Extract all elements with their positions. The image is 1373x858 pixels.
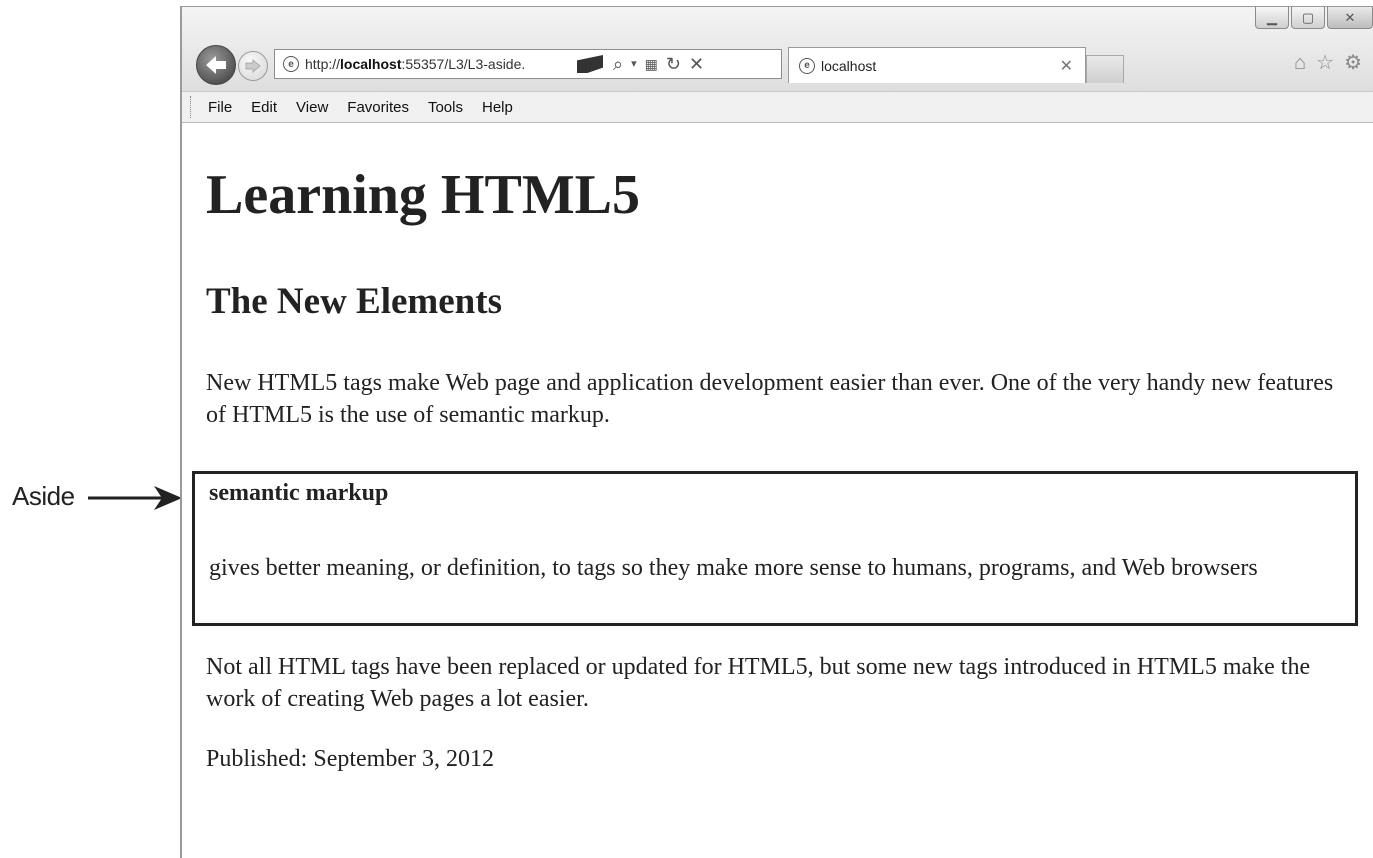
published-date: Published: September 3, 2012 <box>206 746 494 772</box>
home-icon[interactable]: ⌂ <box>1294 53 1306 73</box>
address-path: :55357/L3/L3-aside. <box>401 56 526 72</box>
aside-definition: gives better meaning, or definition, to … <box>209 555 1258 581</box>
close-icon: ✕ <box>1344 10 1356 25</box>
gear-icon[interactable]: ⚙ <box>1344 53 1362 73</box>
menu-tools[interactable]: Tools <box>428 99 463 116</box>
address-tools: ⌕ ▾ ▦ ↻ ✕ <box>613 55 704 73</box>
browser-window: ▁ ▢ ✕ e http://localhost:55357/L3/L3-asi… <box>180 6 1373 858</box>
tab-title: localhost <box>821 57 877 74</box>
address-bar[interactable]: e http://localhost:55357/L3/L3-aside. ⌕ … <box>274 49 782 79</box>
menu-bar: File Edit View Favorites Tools Help <box>182 91 1373 123</box>
page-title: Learning HTML5 <box>206 164 641 226</box>
menu-file[interactable]: File <box>208 99 232 116</box>
maximize-button[interactable]: ▢ <box>1291 7 1325 29</box>
stop-icon[interactable]: ✕ <box>689 55 704 73</box>
address-text[interactable]: http://localhost:55357/L3/L3-aside. <box>305 56 575 72</box>
tab-favicon-icon: e <box>799 57 815 74</box>
aside-box: semantic markup gives better meaning, or… <box>192 471 1358 626</box>
compatibility-view-icon[interactable] <box>577 55 603 73</box>
back-arrow-icon <box>206 56 226 74</box>
refresh-icon[interactable]: ↻ <box>666 55 681 73</box>
star-icon[interactable]: ☆ <box>1316 53 1334 73</box>
page-subtitle: The New Elements <box>206 281 502 322</box>
menu-favorites[interactable]: Favorites <box>347 99 409 116</box>
intro-paragraph: New HTML5 tags make Web page and applica… <box>206 370 1334 428</box>
forward-button[interactable] <box>238 51 268 81</box>
new-tab-button[interactable] <box>1086 55 1124 83</box>
browser-chrome: ▁ ▢ ✕ e http://localhost:55357/L3/L3-asi… <box>182 7 1373 91</box>
window-controls: ▁ ▢ ✕ <box>1255 7 1373 35</box>
compat-page-icon[interactable]: ▦ <box>645 57 658 71</box>
aside-callout-label: Aside <box>12 481 75 511</box>
body-paragraph: Not all HTML tags have been replaced or … <box>206 654 1311 712</box>
menu-grip <box>190 96 194 118</box>
search-icon[interactable]: ⌕ <box>613 55 623 73</box>
tab-localhost[interactable]: e localhost ✕ <box>788 47 1086 83</box>
maximize-icon: ▢ <box>1301 10 1315 25</box>
aside-term: semantic markup <box>209 480 389 506</box>
minimize-icon: ▁ <box>1267 10 1277 25</box>
menu-help[interactable]: Help <box>482 99 513 116</box>
address-protocol: http:// <box>305 56 341 72</box>
page-content: Learning HTML5 The New Elements New HTML… <box>182 123 1373 858</box>
forward-arrow-icon <box>245 59 261 73</box>
screenshot-canvas: Aside ▁ ▢ ✕ e http://localhost:55357/L3/… <box>0 0 1373 858</box>
toolbar-icons: ⌂ ☆ ⚙ <box>1294 53 1362 73</box>
menu-edit[interactable]: Edit <box>251 99 277 116</box>
tab-close-icon[interactable]: ✕ <box>1060 56 1073 76</box>
ie-favicon-icon: e <box>283 56 299 72</box>
menu-view[interactable]: View <box>296 99 328 116</box>
close-window-button[interactable]: ✕ <box>1327 7 1373 29</box>
minimize-button[interactable]: ▁ <box>1255 7 1289 29</box>
navigation-row: e http://localhost:55357/L3/L3-aside. ⌕ … <box>188 43 1368 87</box>
dropdown-icon[interactable]: ▾ <box>631 58 637 70</box>
address-host: localhost <box>340 56 402 72</box>
callout-arrow-icon <box>88 486 182 510</box>
back-button[interactable] <box>196 45 236 85</box>
